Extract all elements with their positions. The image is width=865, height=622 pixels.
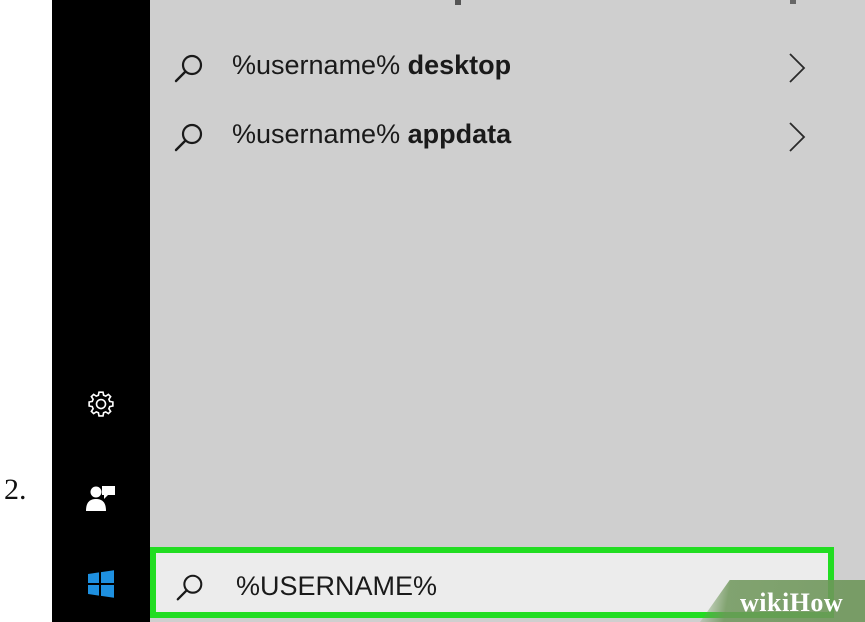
search-result-appdata[interactable]: %username% appdata	[150, 106, 865, 166]
step-number: 2.	[4, 473, 27, 506]
windows-logo-icon[interactable]	[52, 566, 150, 602]
start-sidebar	[52, 0, 150, 622]
cut-off-chevron-fragment	[790, 0, 796, 4]
search-icon	[176, 574, 203, 601]
cut-off-result-fragment	[455, 0, 461, 5]
search-icon	[174, 54, 203, 83]
search-results-panel: %username% desktop %username% appdata	[150, 0, 865, 622]
result-label: %username% desktop	[232, 50, 512, 80]
watermark-text: wikiHow	[740, 588, 844, 617]
gear-icon[interactable]	[52, 386, 150, 422]
search-result-desktop[interactable]: %username% desktop	[150, 37, 865, 97]
result-label: %username% appdata	[232, 119, 512, 149]
search-icon	[174, 123, 203, 152]
search-input[interactable]: %USERNAME%	[236, 571, 437, 602]
user-icon[interactable]	[52, 478, 150, 518]
chevron-right-icon	[789, 53, 806, 83]
chevron-right-icon	[789, 122, 806, 152]
